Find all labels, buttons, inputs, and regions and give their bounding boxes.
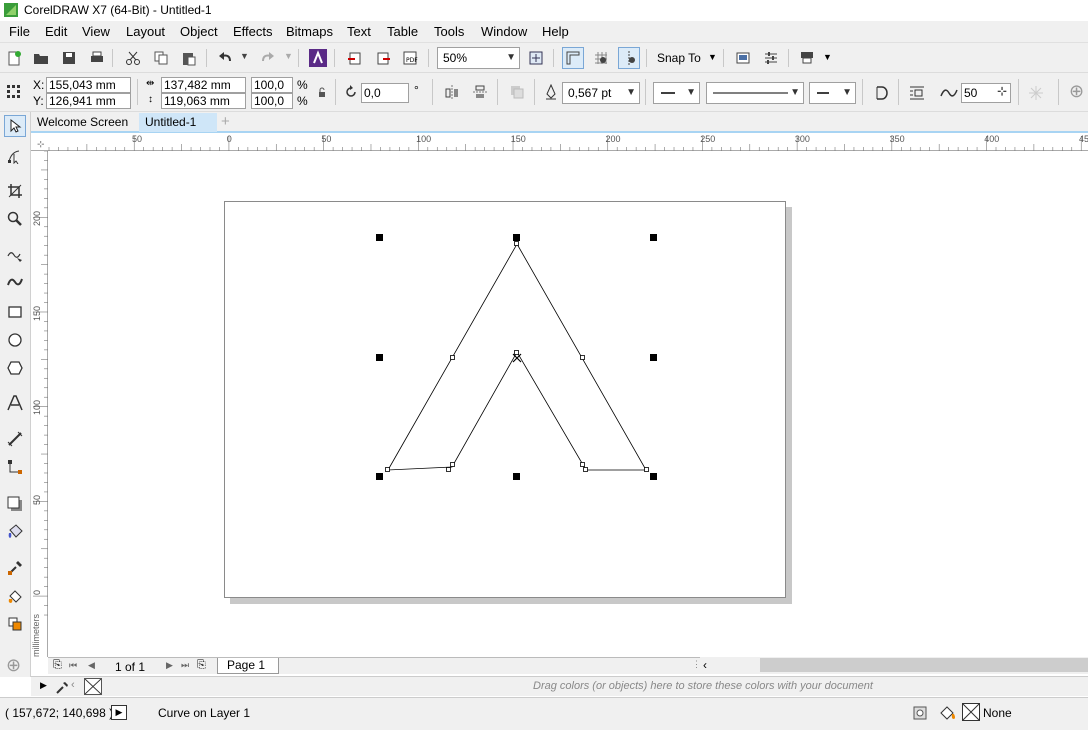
handle-bottom-center[interactable] [513, 473, 520, 480]
selection-info: Curve on Layer 1 [158, 706, 251, 720]
curve-nodes[interactable] [385, 241, 649, 472]
node[interactable] [385, 467, 390, 472]
add-page-before-icon[interactable]: ⎘ [53, 659, 62, 672]
fill-none-swatch[interactable] [962, 703, 980, 721]
node[interactable] [450, 355, 455, 360]
handle-top-right[interactable] [650, 234, 657, 241]
horizontal-scrollbar[interactable]: ‹ [700, 657, 1088, 674]
node[interactable] [450, 462, 455, 467]
color-proofing-icon[interactable] [909, 702, 931, 724]
node[interactable] [644, 467, 649, 472]
previous-page-icon[interactable]: ◀ [88, 660, 95, 671]
handle-middle-left[interactable] [376, 354, 383, 361]
status-expand-icon[interactable]: ▶ [111, 705, 127, 720]
no-color-swatch[interactable] [84, 678, 102, 695]
status-bar: ( 157,672; 140,698 ) ▶ Curve on Layer 1 … [0, 697, 1088, 730]
document-palette: ▶ ‹ Drag colors (or objects) here to sto… [31, 676, 1088, 696]
last-page-icon[interactable]: ⏭ [181, 660, 189, 671]
first-page-icon[interactable]: ⏮ [69, 660, 77, 671]
palette-scroll-left-icon[interactable]: ‹ [71, 679, 75, 691]
scroll-left-icon[interactable]: ‹ [703, 658, 707, 672]
handle-bottom-right[interactable] [650, 473, 657, 480]
palette-expand-icon[interactable]: ▶ [40, 680, 47, 691]
eyedropper-icon[interactable] [51, 677, 73, 699]
node[interactable] [446, 467, 451, 472]
node[interactable] [514, 350, 519, 355]
handle-top-center[interactable] [513, 234, 520, 241]
handle-bottom-left[interactable] [376, 473, 383, 480]
selection-overlay [376, 234, 657, 480]
node[interactable] [580, 355, 585, 360]
page-navigator: ⎘ ⏮ ◀ 1 of 1 ▶ ⏭ ⎘ Page 1 ⋮ [48, 657, 701, 674]
page-1-tab[interactable]: Page 1 [217, 658, 279, 674]
scrollbar-thumb[interactable] [760, 658, 1088, 672]
center-marker-icon[interactable] [512, 353, 522, 363]
cursor-coordinates: ( 157,672; 140,698 ) [5, 706, 114, 720]
node[interactable] [583, 467, 588, 472]
page-counter: 1 of 1 [115, 660, 146, 674]
node[interactable] [514, 241, 519, 246]
fill-value: None [983, 706, 1012, 720]
node[interactable] [580, 462, 585, 467]
fill-bucket-icon [937, 702, 959, 724]
palette-hint: Drag colors (or objects) here to store t… [533, 680, 873, 692]
handle-top-left[interactable] [376, 234, 383, 241]
triangle-curve[interactable] [387, 243, 647, 471]
next-page-icon[interactable]: ▶ [166, 660, 173, 671]
add-page-after-icon[interactable]: ⎘ [197, 659, 206, 672]
handle-middle-right[interactable] [650, 354, 657, 361]
